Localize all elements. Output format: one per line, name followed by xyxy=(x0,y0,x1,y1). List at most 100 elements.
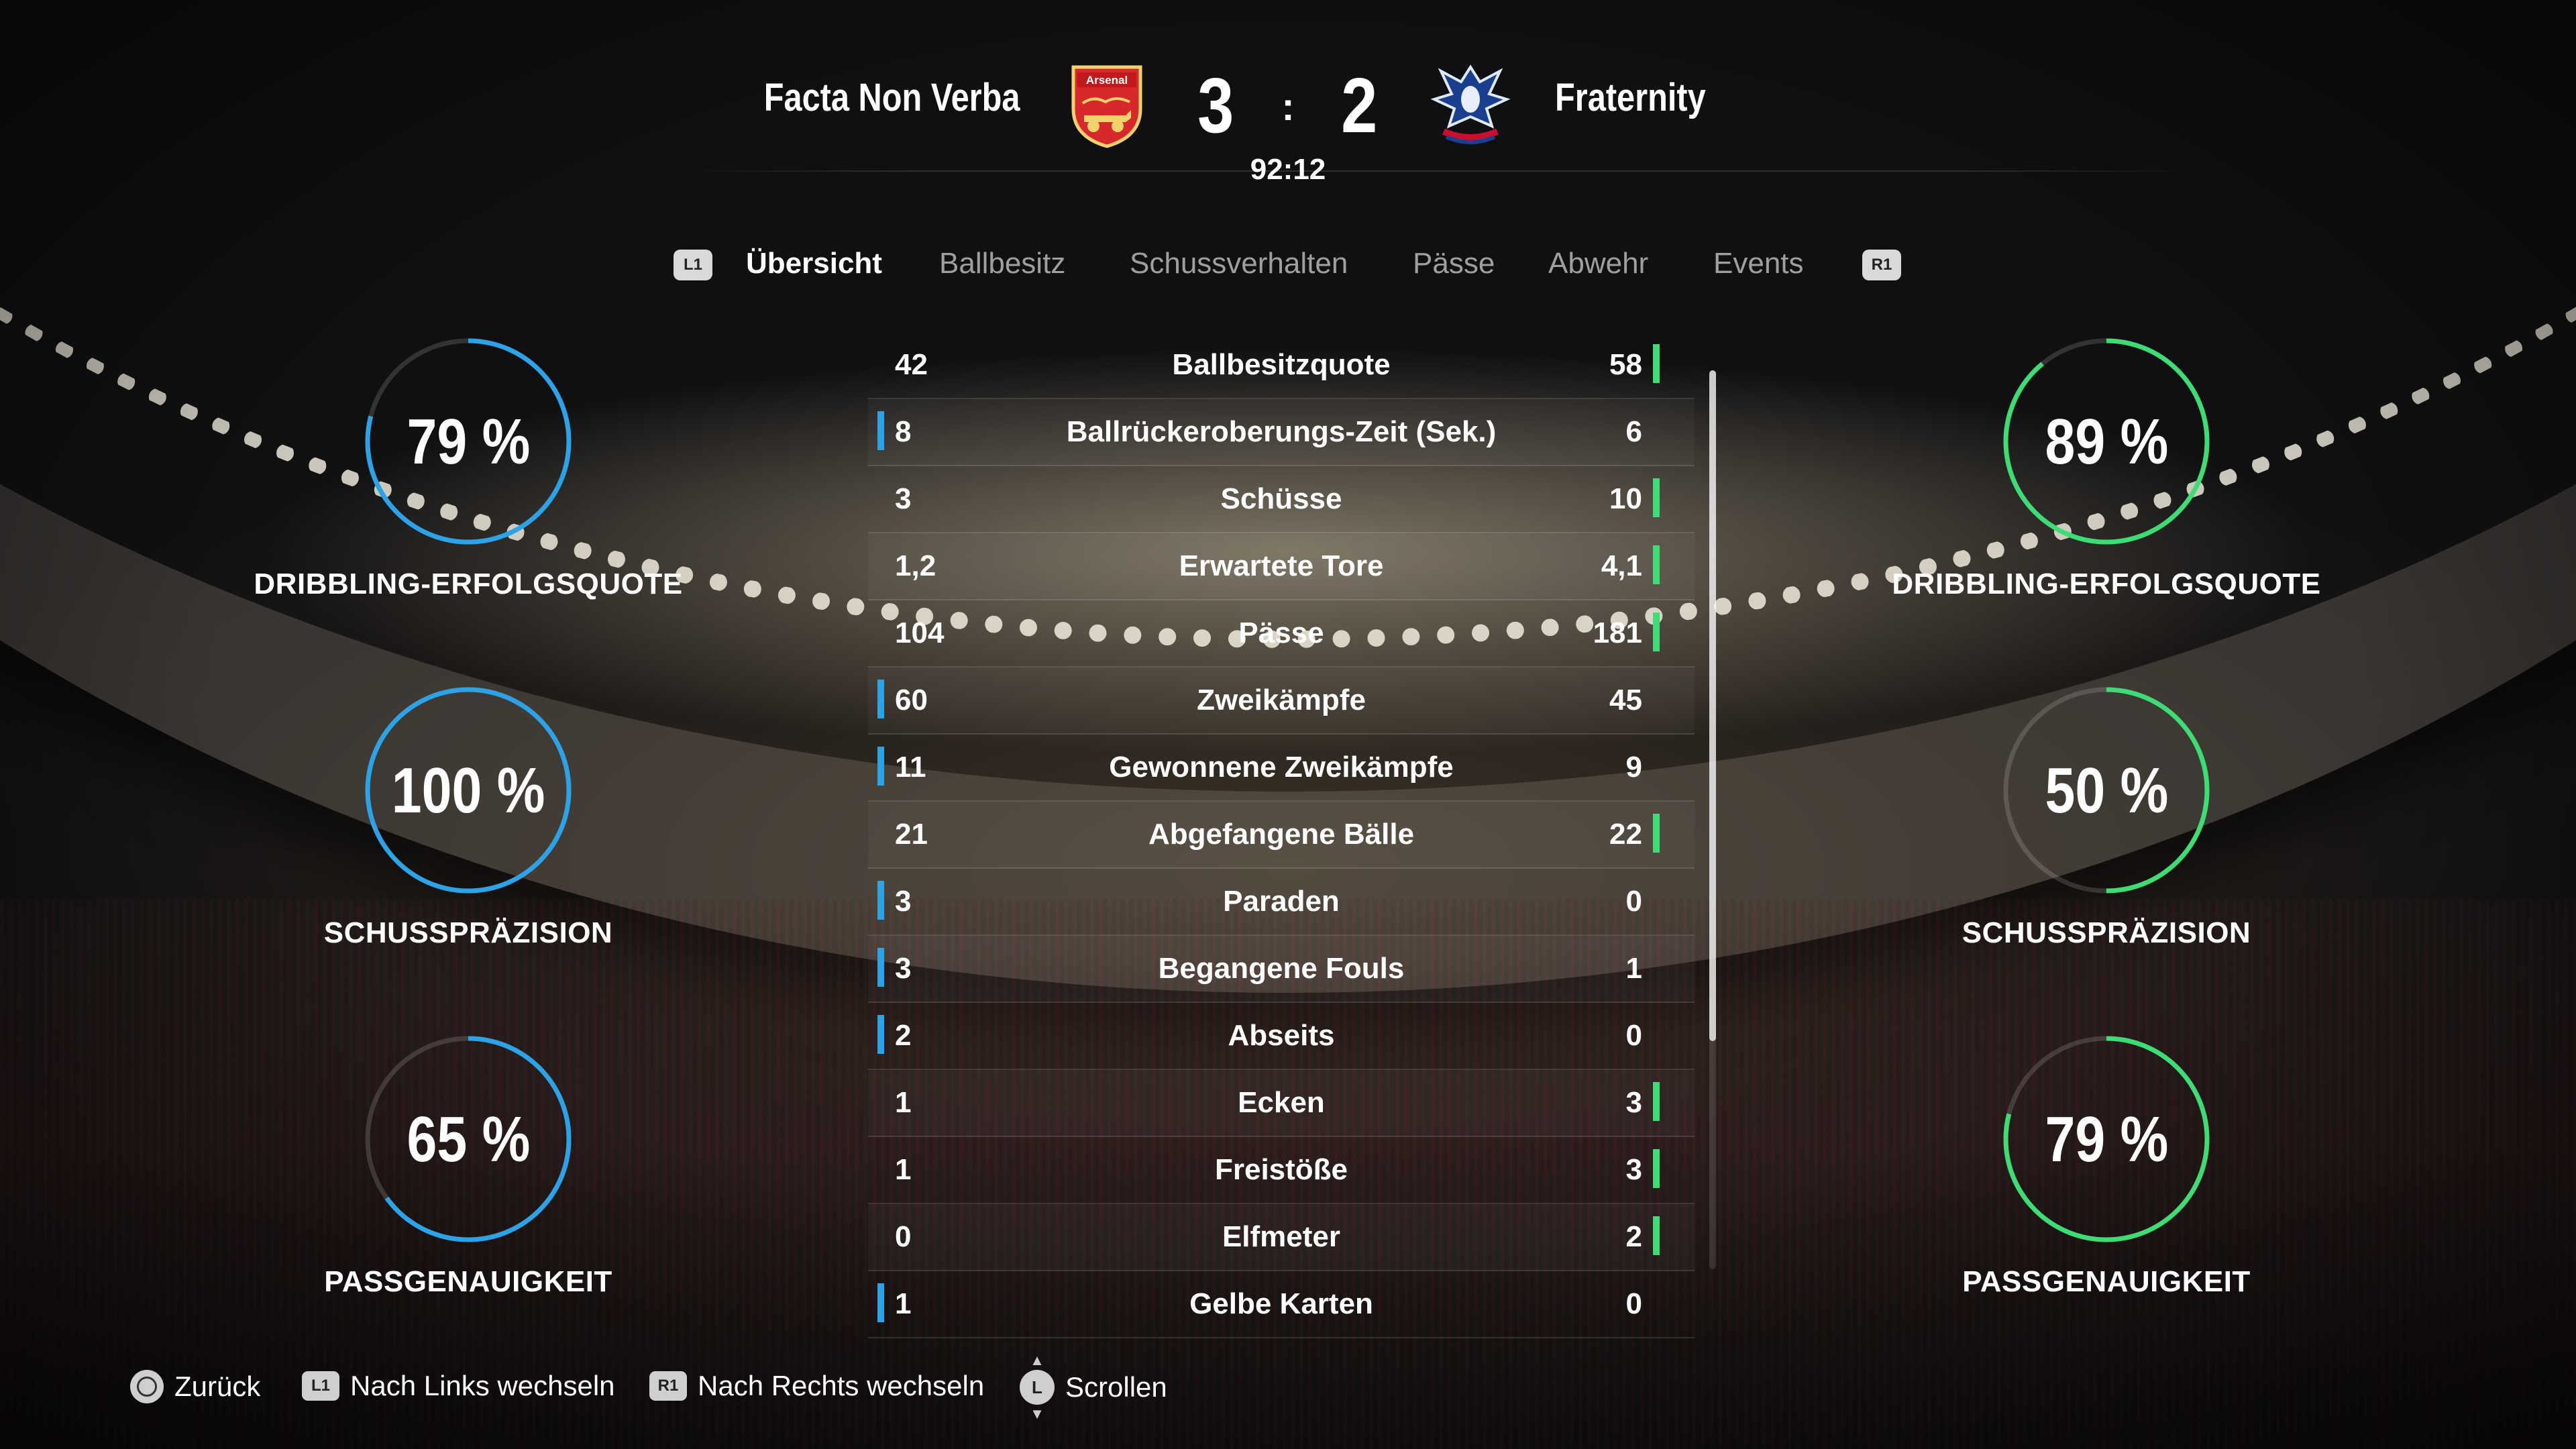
gauge-label: DRIBBLING-ERFOLGSQUOTE xyxy=(254,568,683,600)
stat-label: Pässe xyxy=(1238,616,1324,649)
away-team-name: Fraternity xyxy=(1555,76,1706,119)
stat-away-value: 3 xyxy=(1625,1153,1642,1186)
away-leader-bar xyxy=(1653,814,1660,853)
score-separator: : xyxy=(1281,85,1295,129)
stat-row: 21 Abgefangene Bälle 22 xyxy=(868,802,1695,869)
stat-label: Gewonnene Zweikämpfe xyxy=(1109,751,1454,784)
scroll-label: Scrollen xyxy=(1065,1371,1167,1403)
tab-schussverhalten[interactable]: Schussverhalten xyxy=(1130,247,1348,280)
away-gauge-shot-accuracy: 50 % SCHUSSPRÄZISION xyxy=(1872,684,2341,950)
stat-label: Schüsse xyxy=(1220,482,1342,515)
stat-row: 8 Ballrückeroberungs-Zeit (Sek.) 6 xyxy=(868,399,1695,466)
stat-label: Abseits xyxy=(1228,1019,1335,1052)
left-stick-icon: L xyxy=(1020,1343,1055,1432)
away-gauge-dribbling: 89 % DRIBBLING-ERFOLGSQUOTE xyxy=(1872,335,2341,601)
away-leader-bar xyxy=(1653,1082,1660,1121)
away-leader-bar xyxy=(1653,1216,1660,1255)
gauge-label: PASSGENAUIGKEIT xyxy=(1962,1265,2251,1298)
home-crest-text: Arsenal xyxy=(1086,74,1128,87)
tab-uebersicht[interactable]: Übersicht xyxy=(746,247,882,280)
switch-left-label: Nach Links wechseln xyxy=(350,1370,615,1401)
stat-label: Zweikämpfe xyxy=(1197,684,1366,716)
stat-away-value: 3 xyxy=(1625,1086,1642,1119)
away-leader-bar xyxy=(1653,344,1660,383)
gauge-label: PASSGENAUIGKEIT xyxy=(324,1265,612,1298)
away-leader-bar xyxy=(1653,1149,1660,1188)
gauge-value: 79 % xyxy=(407,406,530,478)
stat-row: 0 Elfmeter 2 xyxy=(868,1204,1695,1271)
stat-row: 1 Ecken 3 xyxy=(868,1070,1695,1137)
gauge-label: DRIBBLING-ERFOLGSQUOTE xyxy=(1892,568,2321,600)
stat-away-value: 45 xyxy=(1609,684,1642,716)
stat-away-value: 10 xyxy=(1609,482,1642,515)
switch-right-label: Nach Rechts wechseln xyxy=(698,1370,985,1401)
tab-events[interactable]: Events xyxy=(1713,247,1804,280)
stat-away-value: 58 xyxy=(1609,348,1642,381)
stat-row: 1 Gelbe Karten 0 xyxy=(868,1271,1695,1338)
tab-abwehr[interactable]: Abwehr xyxy=(1548,247,1648,280)
stat-row: 3 Paraden 0 xyxy=(868,869,1695,936)
gauge-label: SCHUSSPRÄZISION xyxy=(323,916,613,949)
r1-button-icon[interactable]: R1 xyxy=(1862,250,1901,280)
stat-away-value: 0 xyxy=(1625,1287,1642,1320)
stat-label: Erwartete Tore xyxy=(1179,549,1384,582)
stat-row: 3 Schüsse 10 xyxy=(868,466,1695,533)
scroll-hint[interactable]: L Scrollen xyxy=(1020,1343,1167,1432)
gauge-value: 100 % xyxy=(391,755,545,826)
home-crest-icon: Arsenal xyxy=(1071,65,1142,148)
home-team-name: Facta Non Verba xyxy=(763,76,1020,119)
back-hint[interactable]: Zurück xyxy=(130,1370,260,1403)
header-divider xyxy=(684,170,2194,172)
switch-right-hint[interactable]: R1 Nach Rechts wechseln xyxy=(649,1370,984,1402)
stat-row: 11 Gewonnene Zweikämpfe 9 xyxy=(868,735,1695,802)
stat-row: 1 Freistöße 3 xyxy=(868,1137,1695,1204)
stat-label: Ballbesitzquote xyxy=(1172,348,1391,381)
stat-away-value: 9 xyxy=(1625,751,1642,784)
switch-left-hint[interactable]: L1 Nach Links wechseln xyxy=(302,1370,615,1402)
gauge-label: SCHUSSPRÄZISION xyxy=(1962,916,2251,949)
stat-away-value: 181 xyxy=(1593,616,1642,649)
stat-away-value: 0 xyxy=(1625,1019,1642,1052)
stat-label: Begangene Fouls xyxy=(1158,952,1405,985)
stat-away-value: 22 xyxy=(1609,818,1642,851)
stat-away-value: 6 xyxy=(1625,415,1642,448)
home-gauge-dribbling: 79 % DRIBBLING-ERFOLGSQUOTE xyxy=(233,335,703,601)
gauge-value: 89 % xyxy=(2045,406,2168,478)
l1-button-icon[interactable]: L1 xyxy=(674,250,712,280)
stat-row: 60 Zweikämpfe 45 xyxy=(868,667,1695,735)
away-gauge-pass-accuracy: 79 % PASSGENAUIGKEIT xyxy=(1872,1033,2341,1299)
scrollbar-thumb[interactable] xyxy=(1709,370,1716,1041)
stats-tab-bar: L1 Übersicht Ballbesitz Schussverhalten … xyxy=(0,247,2576,294)
stat-row: 42 Ballbesitzquote 58 xyxy=(868,332,1695,399)
back-label: Zurück xyxy=(174,1371,261,1402)
button-hints: Zurück L1 Nach Links wechseln R1 Nach Re… xyxy=(0,1343,2576,1432)
stat-away-value: 4,1 xyxy=(1601,549,1642,582)
away-leader-bar xyxy=(1653,545,1660,584)
stat-label: Ecken xyxy=(1238,1086,1325,1119)
gauge-value: 79 % xyxy=(2045,1104,2168,1175)
stat-label: Elfmeter xyxy=(1222,1220,1341,1253)
stat-row: 1,2 Erwartete Tore 4,1 xyxy=(868,533,1695,600)
tab-paesse[interactable]: Pässe xyxy=(1413,247,1495,280)
match-clock: 92:12 xyxy=(1250,153,1326,186)
match-stats-table[interactable]: 42 Ballbesitzquote 58 8 Ballrückeroberungs-Z… xyxy=(868,332,1695,1338)
stat-label: Abgefangene Bälle xyxy=(1148,818,1415,851)
stat-label: Paraden xyxy=(1223,885,1340,918)
away-crest-icon xyxy=(1430,64,1511,144)
stat-row: 104 Pässe 181 xyxy=(868,600,1695,667)
away-leader-bar xyxy=(1653,478,1660,517)
stat-row: 3 Begangene Fouls 1 xyxy=(868,936,1695,1003)
stat-label: Ballrückeroberungs-Zeit (Sek.) xyxy=(1066,415,1497,448)
stats-scrollbar[interactable] xyxy=(1709,370,1716,1269)
away-score: 2 xyxy=(1341,62,1378,149)
gauge-value: 65 % xyxy=(407,1104,530,1175)
home-gauge-pass-accuracy: 65 % PASSGENAUIGKEIT xyxy=(233,1033,703,1299)
stat-away-value: 0 xyxy=(1625,885,1642,918)
stat-label: Freistöße xyxy=(1214,1153,1348,1186)
home-gauge-shot-accuracy: 100 % SCHUSSPRÄZISION xyxy=(233,684,703,950)
away-leader-bar xyxy=(1653,612,1660,651)
stat-label: Gelbe Karten xyxy=(1189,1287,1373,1320)
r1-button-icon: R1 xyxy=(649,1371,687,1401)
tab-ballbesitz[interactable]: Ballbesitz xyxy=(939,247,1065,280)
stat-away-value: 2 xyxy=(1625,1220,1642,1253)
